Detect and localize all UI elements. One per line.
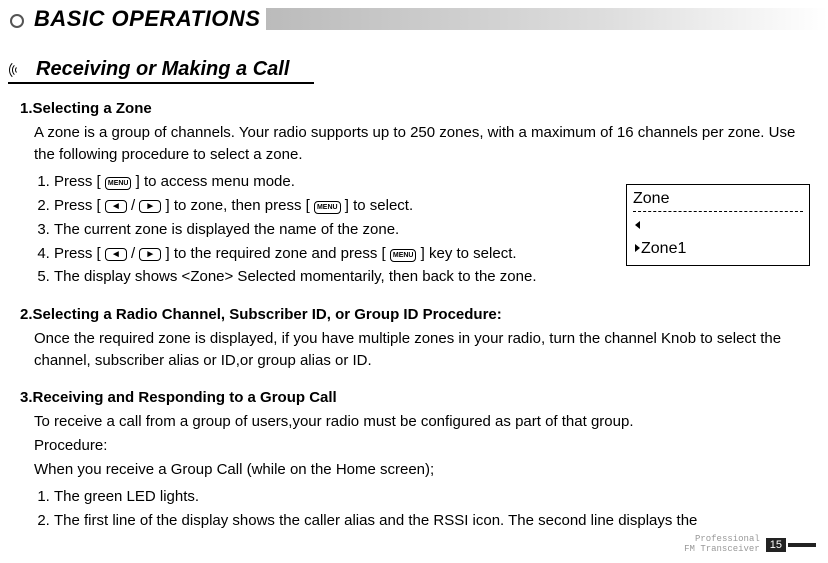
- chapter-gradient-bar: [266, 8, 828, 30]
- steps-group-call: The green LED lights. The first line of …: [34, 486, 812, 532]
- bullet-ring-icon: [10, 14, 24, 28]
- zone-box-item: Zone1: [633, 212, 803, 260]
- para-groupcall-2: Procedure:: [34, 435, 812, 457]
- left-key-icon: ◄: [105, 200, 127, 213]
- menu-key-icon: MENU: [390, 249, 417, 262]
- right-key-icon: ►: [139, 200, 161, 213]
- subhead-group-call: 3.Receiving and Responding to a Group Ca…: [20, 387, 812, 409]
- footer-bar: [788, 543, 816, 547]
- menu-key-icon: MENU: [314, 201, 341, 214]
- menu-key-icon: MENU: [105, 177, 132, 190]
- signal-waves-icon: [8, 59, 30, 81]
- page-footer: Professional FM Transceiver 15: [684, 535, 816, 555]
- content-area: Zone Zone1 1.Selecting a Zone A zone is …: [20, 98, 812, 532]
- chapter-title: BASIC OPERATIONS: [34, 6, 260, 32]
- gc-step-1: The green LED lights.: [54, 486, 812, 508]
- right-key-icon: ►: [139, 248, 161, 261]
- page-number: 15: [766, 538, 786, 552]
- zone-box-item-text: Zone1: [641, 240, 686, 257]
- section-underline: [8, 82, 314, 84]
- subhead-selecting-zone: 1.Selecting a Zone: [20, 98, 812, 120]
- chapter-header: BASIC OPERATIONS: [0, 6, 828, 32]
- para-groupcall-1: To receive a call from a group of users,…: [34, 411, 812, 433]
- zone-display-box: Zone Zone1: [626, 184, 810, 266]
- section-title: Receiving or Making a Call: [36, 58, 289, 81]
- para-groupcall-3: When you receive a Group Call (while on …: [34, 459, 812, 481]
- zone-box-title: Zone: [633, 187, 803, 212]
- footer-line2: FM Transceiver: [684, 545, 760, 555]
- left-key-icon: ◄: [105, 248, 127, 261]
- para-zone-intro: A zone is a group of channels. Your radi…: [34, 122, 812, 166]
- step-5: The display shows <Zone> Selected moment…: [54, 266, 812, 288]
- para-channel-body: Once the required zone is displayed, if …: [34, 328, 812, 372]
- section-header: Receiving or Making a Call: [8, 58, 828, 81]
- footer-text: Professional FM Transceiver: [684, 535, 760, 555]
- gc-step-2: The first line of the display shows the …: [54, 510, 812, 532]
- subhead-selecting-channel: 2.Selecting a Radio Channel, Subscriber …: [20, 304, 812, 326]
